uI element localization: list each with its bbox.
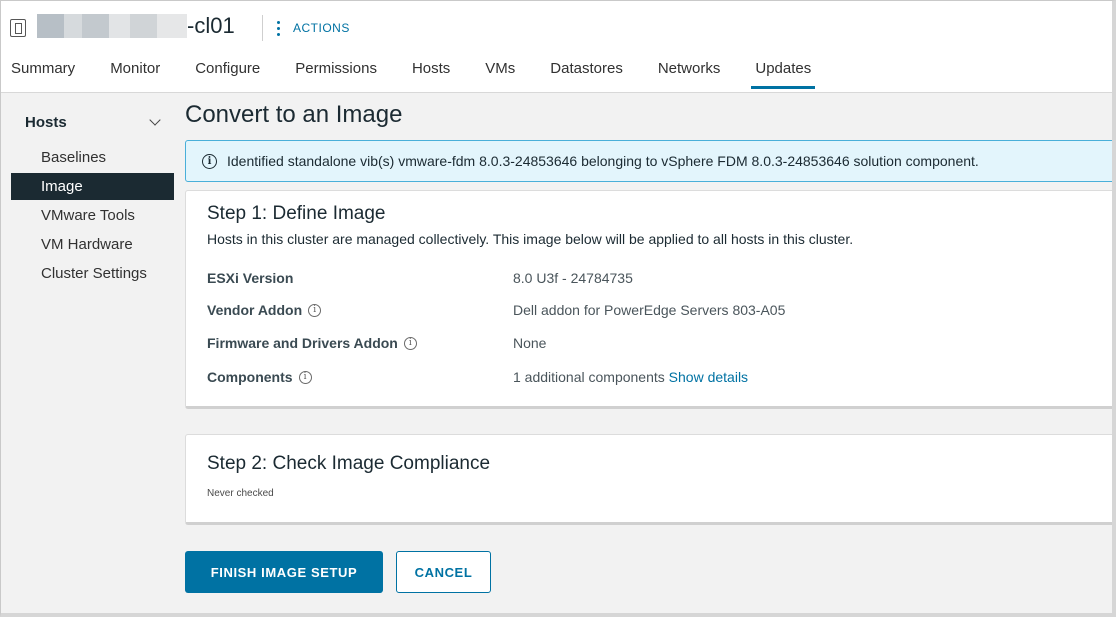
esxi-version-label: ESXi Version [207,270,293,286]
components-count-text: 1 additional components [513,369,665,385]
step1-card: Step 1: Define Image Hosts in this clust… [185,190,1112,409]
components-label-text: Components [207,369,293,385]
firmware-drivers-addon-value: None [513,335,547,351]
info-icon[interactable]: i [308,303,322,317]
sidebar-item-vmware-tools[interactable]: VMware Tools [11,202,174,229]
main-content: Convert to an Image i Identified standal… [174,93,1112,613]
tab-bar: Summary Monitor Configure Permissions Ho… [1,55,846,93]
step1-description: Hosts in this cluster are managed collec… [207,231,854,247]
chevron-down-icon [149,114,161,126]
tab-hosts[interactable]: Hosts [412,55,450,93]
tab-configure[interactable]: Configure [195,55,260,93]
sidebar-item-image[interactable]: Image [11,173,174,200]
components-label: Components i [207,369,312,385]
tab-vms[interactable]: VMs [485,55,515,93]
vendor-addon-value: Dell addon for PowerEdge Servers 803-A05 [513,302,786,318]
info-alert: i Identified standalone vib(s) vmware-fd… [185,140,1112,182]
firmware-drivers-addon-label-text: Firmware and Drivers Addon [207,335,398,351]
alert-text: Identified standalone vib(s) vmware-fdm … [227,153,979,169]
components-value: 1 additional components Show details [513,369,748,385]
info-icon[interactable]: i [298,370,312,384]
firmware-drivers-addon-label: Firmware and Drivers Addon i [207,335,417,351]
show-details-link[interactable]: Show details [669,369,748,385]
sidebar-item-baselines[interactable]: Baselines [11,144,174,171]
kebab-vertical-icon [277,20,281,36]
cluster-icon [10,19,26,37]
actions-button[interactable]: ACTIONS [277,18,350,38]
sidebar-item-cluster-settings[interactable]: Cluster Settings [11,260,174,287]
redacted-object-name [37,14,187,38]
info-icon[interactable]: i [403,336,417,350]
cancel-button[interactable]: CANCEL [396,551,491,593]
step1-title: Step 1: Define Image [207,203,386,224]
app-window: -cl01 ACTIONS Summary Monitor Configure … [0,0,1116,617]
step2-card: Step 2: Check Image Compliance Never che… [185,434,1112,525]
page-title: Convert to an Image [185,101,403,128]
tab-updates[interactable]: Updates [751,55,816,93]
vendor-addon-label-text: Vendor Addon [207,302,303,318]
sidebar-group-label: Hosts [25,113,67,131]
esxi-version-label-text: ESXi Version [207,270,294,286]
esxi-version-value: 8.0 U3f - 24784735 [513,270,633,286]
step2-title: Step 2: Check Image Compliance [207,453,491,474]
finish-image-setup-button[interactable]: FINISH IMAGE SETUP [185,551,383,593]
object-header: -cl01 ACTIONS Summary Monitor Configure … [1,1,1112,93]
sidebar-group-hosts[interactable]: Hosts [25,112,165,132]
tab-monitor[interactable]: Monitor [110,55,160,93]
vendor-addon-label: Vendor Addon i [207,302,322,318]
tab-summary[interactable]: Summary [11,55,75,93]
tab-datastores[interactable]: Datastores [550,55,623,93]
sidebar-item-vm-hardware[interactable]: VM Hardware [11,231,174,258]
tab-networks[interactable]: Networks [658,55,721,93]
tab-permissions[interactable]: Permissions [295,55,377,93]
info-icon: i [202,153,217,169]
header-divider [262,15,263,41]
compliance-status: Never checked [207,488,274,499]
actions-label: ACTIONS [293,21,350,35]
object-title: -cl01 [187,13,235,38]
sidebar: Hosts Baselines Image VMware Tools VM Ha… [1,93,174,613]
